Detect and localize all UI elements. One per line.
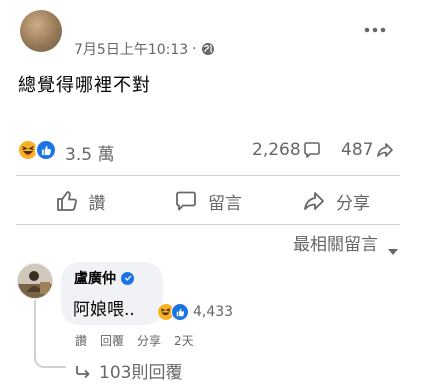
share-icon — [304, 192, 324, 210]
divider — [16, 224, 400, 225]
comment-sort-dropdown[interactable]: 最相關留言 — [293, 230, 398, 255]
comment-count[interactable]: 2,268 — [252, 140, 321, 160]
comment-text: 阿娘喂.. — [73, 300, 135, 320]
comment-time[interactable]: 2天 — [174, 332, 194, 349]
sort-label: 最相關留言 — [293, 235, 378, 255]
meta-separator: · — [192, 41, 197, 57]
comment-count-value: 2,268 — [252, 140, 301, 160]
reaction-icons[interactable] — [17, 139, 61, 163]
page-avatar[interactable] — [20, 10, 62, 52]
post-text: 總覺得哪裡不對 — [18, 75, 151, 96]
comment-reply-link[interactable]: 回覆 — [100, 332, 124, 349]
reply-arrow-icon — [75, 364, 91, 378]
view-replies-label: 103則回覆 — [99, 363, 183, 383]
verified-icon — [121, 271, 134, 285]
comment-reaction-count: 4,433 — [193, 304, 234, 320]
comment-icon — [303, 142, 320, 158]
comment-author-name: 盧廣仲 — [74, 271, 116, 287]
stats-row: 3.5 萬 2,268 487 — [0, 136, 440, 166]
comment-icon — [176, 191, 196, 211]
comment-actions: 讚 回覆 分享 2天 — [75, 332, 194, 349]
share-button-label: 分享 — [336, 193, 370, 214]
post-meta: 7月5日上午10:13 · — [74, 39, 215, 59]
comment-bubble: 盧廣仲 阿娘喂.. — [61, 262, 163, 325]
action-row: 讚 留言 分享 — [16, 181, 400, 221]
like-icon — [35, 139, 57, 161]
share-icon — [377, 143, 394, 157]
comment-button-label: 留言 — [208, 193, 242, 214]
divider — [16, 175, 400, 176]
globe-icon[interactable] — [201, 42, 215, 56]
view-replies-link[interactable]: 103則回覆 — [75, 358, 182, 383]
thumb-up-icon — [56, 191, 77, 211]
comment-like-link[interactable]: 讚 — [75, 332, 87, 349]
commenter-avatar[interactable] — [17, 263, 53, 299]
like-button-label: 讚 — [88, 193, 106, 214]
more-options-button[interactable] — [358, 18, 392, 42]
post-timestamp[interactable]: 7月5日上午10:13 — [74, 39, 188, 59]
comment-button[interactable]: 留言 — [144, 181, 272, 221]
comment-author[interactable]: 盧廣仲 — [74, 268, 134, 288]
like-icon — [171, 303, 189, 321]
share-count[interactable]: 487 — [341, 140, 394, 160]
share-button[interactable]: 分享 — [272, 181, 400, 221]
caret-down-icon — [388, 240, 398, 255]
reaction-count[interactable]: 3.5 萬 — [65, 140, 114, 165]
more-icon — [364, 27, 386, 33]
comment-reactions[interactable]: 4,433 — [157, 302, 240, 322]
comment-share-link[interactable]: 分享 — [137, 332, 161, 349]
post-header: 7月5日上午10:13 · — [0, 10, 440, 64]
share-count-value: 487 — [341, 140, 374, 160]
like-button[interactable]: 讚 — [16, 181, 144, 221]
